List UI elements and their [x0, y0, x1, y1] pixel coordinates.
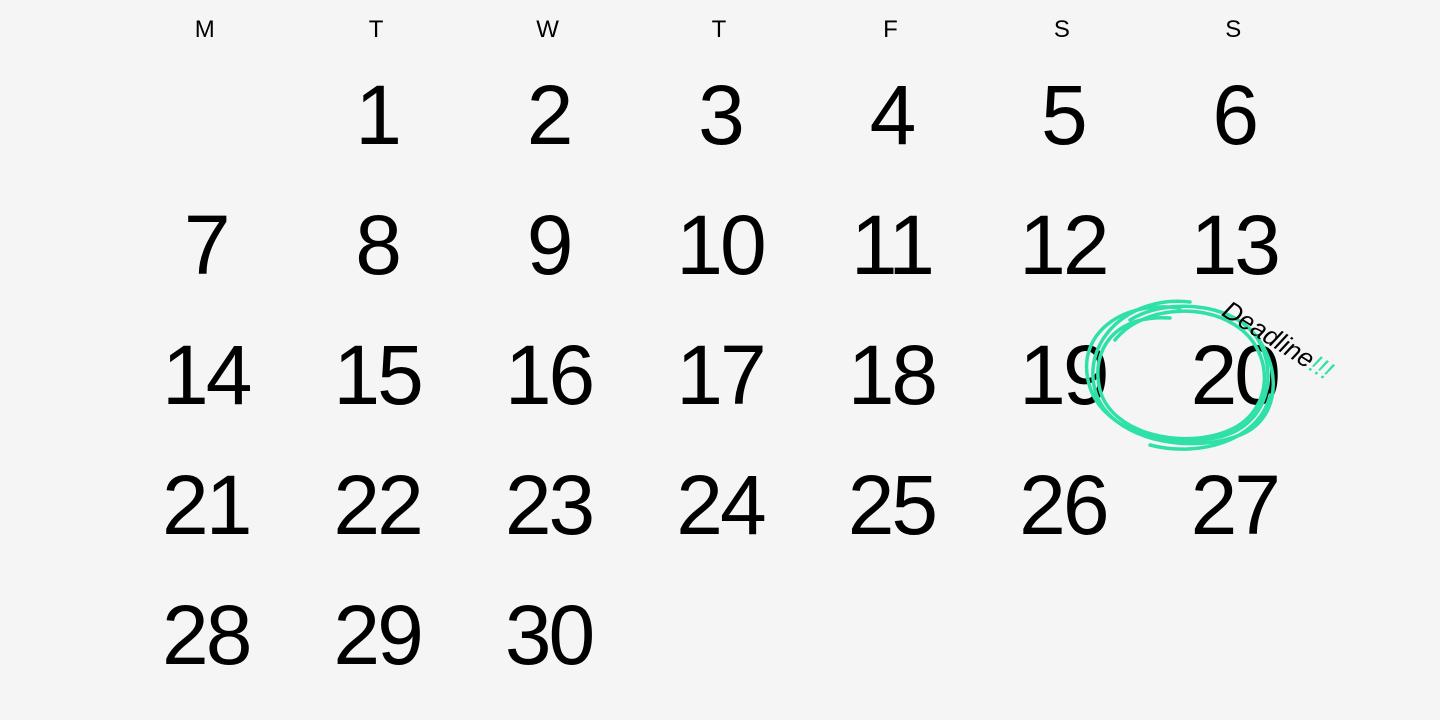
day-cell[interactable]: 18 — [806, 310, 977, 440]
day-cell[interactable]: 15 — [291, 310, 462, 440]
week-row: 1 2 3 4 5 6 — [120, 50, 1320, 180]
weekday-header-sun: S — [1149, 10, 1320, 50]
weekday-header-fri: F — [806, 10, 977, 50]
day-cell[interactable]: 5 — [977, 50, 1148, 180]
weekday-header-row: M T W T F S S — [120, 10, 1320, 50]
weekday-header-sat: S — [977, 10, 1148, 50]
day-cell[interactable]: 28 — [120, 570, 291, 700]
day-cell[interactable]: 10 — [634, 180, 805, 310]
day-cell[interactable]: 11 — [806, 180, 977, 310]
day-cell[interactable]: 4 — [806, 50, 977, 180]
day-cell[interactable]: 3 — [634, 50, 805, 180]
day-cell[interactable]: 8 — [291, 180, 462, 310]
day-cell[interactable]: 2 — [463, 50, 634, 180]
day-cell[interactable]: 26 — [977, 440, 1148, 570]
day-cell[interactable]: 30 — [463, 570, 634, 700]
calendar-weeks: 1 2 3 4 5 6 7 8 9 10 11 12 13 14 15 16 1… — [120, 50, 1320, 700]
day-cell[interactable]: 23 — [463, 440, 634, 570]
day-cell[interactable]: 13 — [1149, 180, 1320, 310]
day-cell[interactable]: 12 — [977, 180, 1148, 310]
day-cell[interactable]: 29 — [291, 570, 462, 700]
day-cell[interactable]: 17 — [634, 310, 805, 440]
day-cell[interactable]: 24 — [634, 440, 805, 570]
weekday-header-tue: T — [291, 10, 462, 50]
weekday-header-mon: M — [120, 10, 291, 50]
day-cell[interactable]: 7 — [120, 180, 291, 310]
day-cell[interactable]: 22 — [291, 440, 462, 570]
day-cell[interactable]: 25 — [806, 440, 977, 570]
weekday-header-wed: W — [463, 10, 634, 50]
day-cell[interactable]: 19 — [977, 310, 1148, 440]
week-row: 21 22 23 24 25 26 27 — [120, 440, 1320, 570]
week-row: 14 15 16 17 18 19 20 — [120, 310, 1320, 440]
day-cell[interactable]: 9 — [463, 180, 634, 310]
day-cell[interactable]: 21 — [120, 440, 291, 570]
day-cell[interactable]: 1 — [291, 50, 462, 180]
day-cell[interactable]: 14 — [120, 310, 291, 440]
day-cell[interactable]: 6 — [1149, 50, 1320, 180]
day-cell[interactable]: 16 — [463, 310, 634, 440]
weekday-header-thu: T — [634, 10, 805, 50]
day-cell[interactable]: 27 — [1149, 440, 1320, 570]
week-row: 28 29 30 — [120, 570, 1320, 700]
week-row: 7 8 9 10 11 12 13 — [120, 180, 1320, 310]
calendar: M T W T F S S 1 2 3 4 5 6 7 8 9 10 11 12… — [0, 0, 1440, 720]
